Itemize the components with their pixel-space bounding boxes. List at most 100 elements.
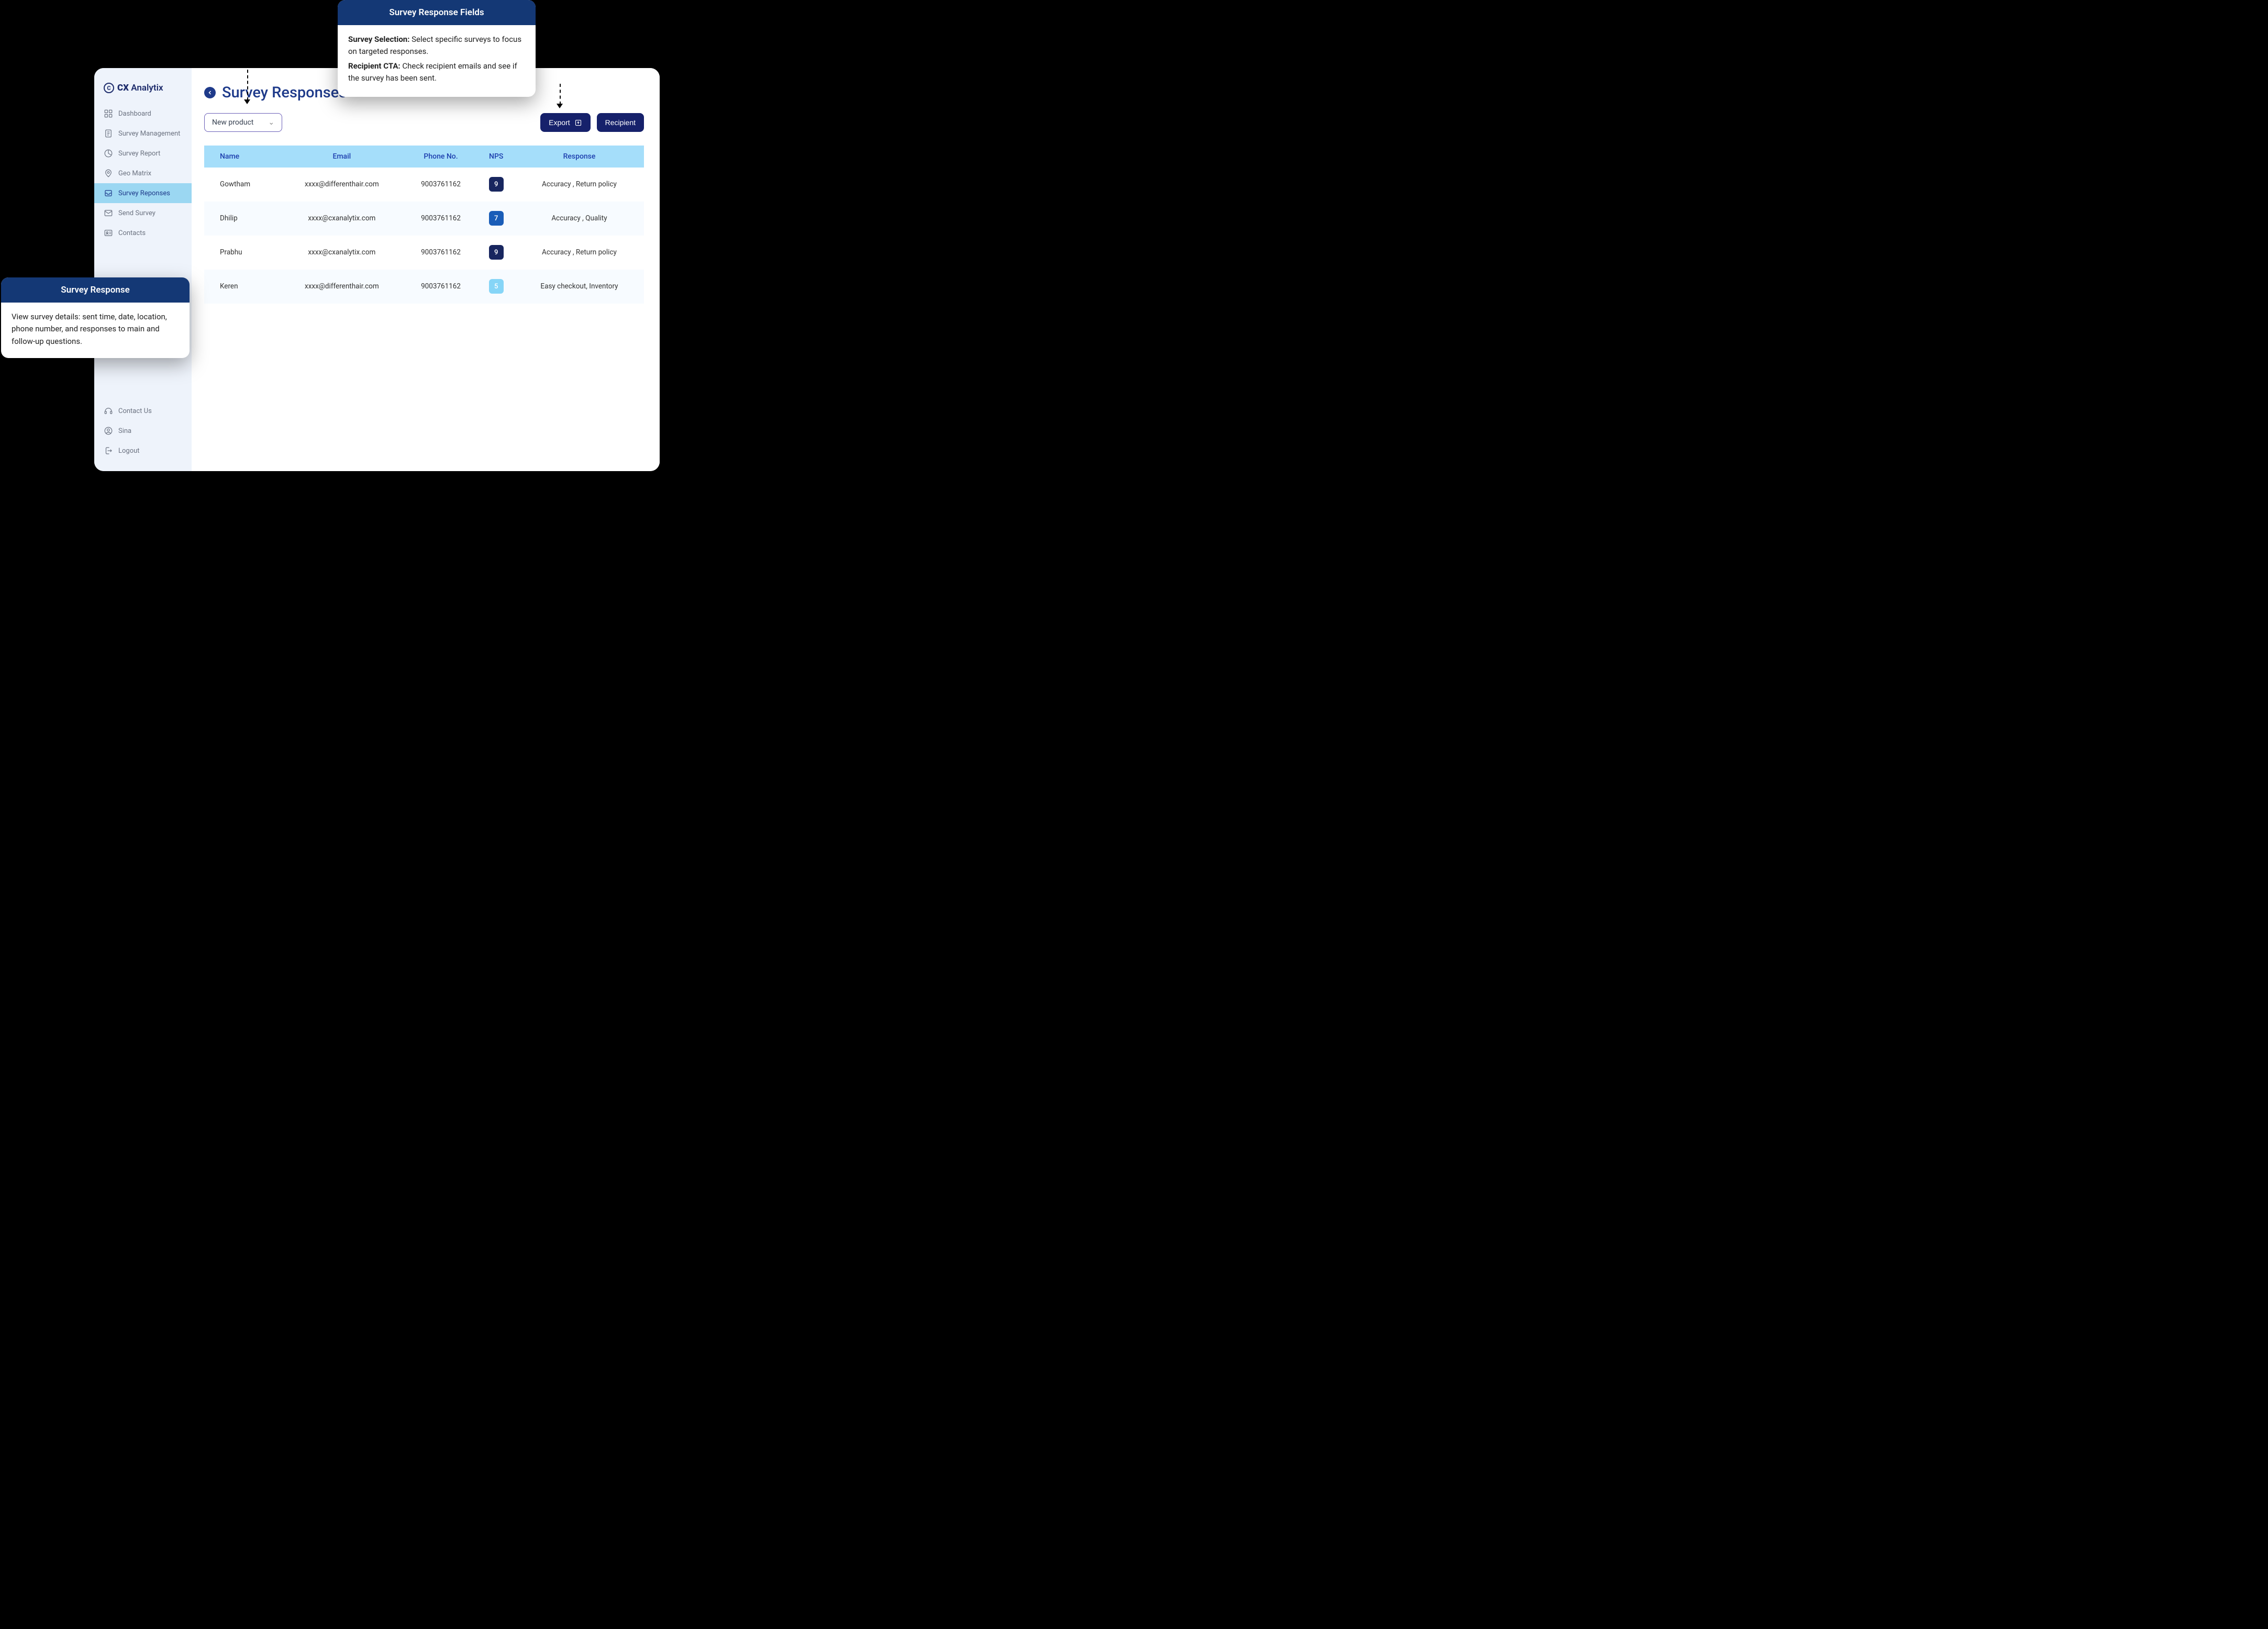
- col-email: Email: [280, 146, 404, 168]
- page-title: Survey Responses: [222, 84, 347, 102]
- callout-def: Recipient CTA: Check recipient emails an…: [348, 60, 525, 85]
- arrow-head-icon: [557, 104, 563, 108]
- cell-response: Accuracy , Return policy: [515, 236, 644, 270]
- export-button-label: Export: [549, 118, 570, 127]
- recipient-button[interactable]: Recipient: [597, 113, 644, 132]
- recipient-button-label: Recipient: [605, 118, 636, 127]
- sidebar-item-survey-management[interactable]: Survey Management: [94, 124, 192, 143]
- cell-phone: 9003761162: [404, 236, 478, 270]
- table-header: Name Email Phone No. NPS Response: [204, 146, 644, 168]
- cell-name: Keren: [204, 270, 280, 304]
- col-name: Name: [204, 146, 280, 168]
- callout-title: Survey Response Fields: [338, 0, 536, 25]
- export-button[interactable]: Export: [540, 113, 590, 132]
- col-phone: Phone No.: [404, 146, 478, 168]
- sidebar-item-dashboard[interactable]: Dashboard: [94, 104, 192, 124]
- table-row[interactable]: Dhilipxxxx@cxanalytix.com9003761162 7 Accu…: [204, 202, 644, 236]
- table-row[interactable]: Kerenxxxx@differenthair.com9003761162 5 Ea…: [204, 270, 644, 304]
- pointer-arrow: [560, 84, 561, 105]
- brand-mark-icon: C: [104, 83, 114, 93]
- chevron-left-icon: [207, 90, 213, 96]
- callout-body: Survey Selection: Select specific survey…: [338, 25, 536, 97]
- sidebar-item-send-survey[interactable]: Send Survey: [94, 203, 192, 223]
- sidebar-item-contacts[interactable]: Contacts: [94, 223, 192, 243]
- sidebar: C CX Analytix Dashboard Survey Managemen…: [94, 68, 192, 471]
- cell-nps: 7: [477, 202, 515, 236]
- sidebar-bottom: Contact Us Sina Logout: [94, 401, 192, 461]
- cell-nps: 9: [477, 168, 515, 202]
- sidebar-item-label: Send Survey: [118, 209, 155, 217]
- app-window: C CX Analytix Dashboard Survey Managemen…: [94, 68, 660, 471]
- arrow-head-icon: [244, 99, 250, 104]
- callout-text: View survey details: sent time, date, lo…: [12, 312, 167, 346]
- cell-name: Prabhu: [204, 236, 280, 270]
- toolbar: New product ⌄ Export Recipient: [204, 113, 644, 132]
- sidebar-item-label: Contact Us: [118, 407, 152, 415]
- cell-email: xxxx@cxanalytix.com: [280, 236, 404, 270]
- sidebar-item-label: Contacts: [118, 229, 146, 237]
- sidebar-item-label: Dashboard: [118, 110, 151, 118]
- cell-response: Accuracy , Return policy: [515, 168, 644, 202]
- cell-response: Easy checkout, Inventory: [515, 270, 644, 304]
- sidebar-item-label: Logout: [118, 447, 140, 455]
- cell-email: xxxx@differenthair.com: [280, 168, 404, 202]
- sidebar-item-user[interactable]: Sina: [94, 421, 192, 441]
- callout-body: View survey details: sent time, date, lo…: [1, 303, 190, 358]
- callout-term: Survey Selection:: [348, 35, 409, 44]
- cell-nps: 5: [477, 270, 515, 304]
- mail-icon: [104, 208, 113, 218]
- sidebar-item-logout[interactable]: Logout: [94, 441, 192, 461]
- sidebar-item-label: Survey Reponses: [118, 189, 170, 197]
- cell-email: xxxx@differenthair.com: [280, 270, 404, 304]
- brand: C CX Analytix: [94, 83, 192, 104]
- col-nps: NPS: [477, 146, 515, 168]
- sidebar-item-contact-us[interactable]: Contact Us: [94, 401, 192, 421]
- pie-chart-icon: [104, 149, 113, 158]
- toolbar-right: Export Recipient: [540, 113, 644, 132]
- callout-survey-response: Survey Response View survey details: sen…: [1, 277, 190, 358]
- inbox-icon: [104, 188, 113, 198]
- upload-icon: [574, 119, 582, 127]
- cell-nps: 9: [477, 236, 515, 270]
- id-card-icon: [104, 228, 113, 238]
- nps-badge: 9: [489, 177, 504, 192]
- sidebar-item-geo-matrix[interactable]: Geo Matrix: [94, 163, 192, 183]
- cell-phone: 9003761162: [404, 202, 478, 236]
- brand-name: CX Analytix: [117, 83, 163, 93]
- table-row[interactable]: Gowthamxxxx@differenthair.com9003761162 9…: [204, 168, 644, 202]
- cell-phone: 9003761162: [404, 168, 478, 202]
- nps-badge: 7: [489, 211, 504, 226]
- col-response: Response: [515, 146, 644, 168]
- back-button[interactable]: [204, 87, 216, 98]
- cell-email: xxxx@cxanalytix.com: [280, 202, 404, 236]
- pointer-arrow: [247, 59, 248, 101]
- callout-term: Recipient CTA:: [348, 61, 401, 71]
- chevron-down-icon: ⌄: [268, 118, 274, 127]
- nps-badge: 9: [489, 245, 504, 260]
- sidebar-item-survey-responses[interactable]: Survey Reponses: [94, 183, 192, 203]
- sidebar-item-label: Survey Report: [118, 150, 160, 158]
- survey-filter-value: New product: [212, 118, 253, 127]
- sidebar-item-label: Geo Matrix: [118, 170, 151, 177]
- cell-response: Accuracy , Quality: [515, 202, 644, 236]
- clipboard-list-icon: [104, 129, 113, 138]
- logout-icon: [104, 446, 113, 455]
- map-pin-icon: [104, 169, 113, 178]
- survey-filter-select[interactable]: New product ⌄: [204, 113, 282, 132]
- responses-table: Name Email Phone No. NPS Response Gowtha…: [204, 146, 644, 304]
- nps-badge: 5: [489, 279, 504, 294]
- callout-survey-fields: Survey Response Fields Survey Selection:…: [338, 0, 536, 97]
- table-body: Gowthamxxxx@differenthair.com90037611629…: [204, 168, 644, 304]
- cell-phone: 9003761162: [404, 270, 478, 304]
- cell-name: Gowtham: [204, 168, 280, 202]
- sidebar-item-survey-report[interactable]: Survey Report: [94, 143, 192, 163]
- callout-title: Survey Response: [1, 277, 190, 303]
- headset-icon: [104, 406, 113, 416]
- cell-name: Dhilip: [204, 202, 280, 236]
- user-circle-icon: [104, 426, 113, 436]
- main-content: Survey Responses New product ⌄ Export Re…: [192, 68, 660, 471]
- grid-icon: [104, 109, 113, 118]
- table-row[interactable]: Prabhuxxxx@cxanalytix.com9003761162 9 Accu…: [204, 236, 644, 270]
- sidebar-item-label: Survey Management: [118, 130, 180, 138]
- callout-def: Survey Selection: Select specific survey…: [348, 34, 525, 58]
